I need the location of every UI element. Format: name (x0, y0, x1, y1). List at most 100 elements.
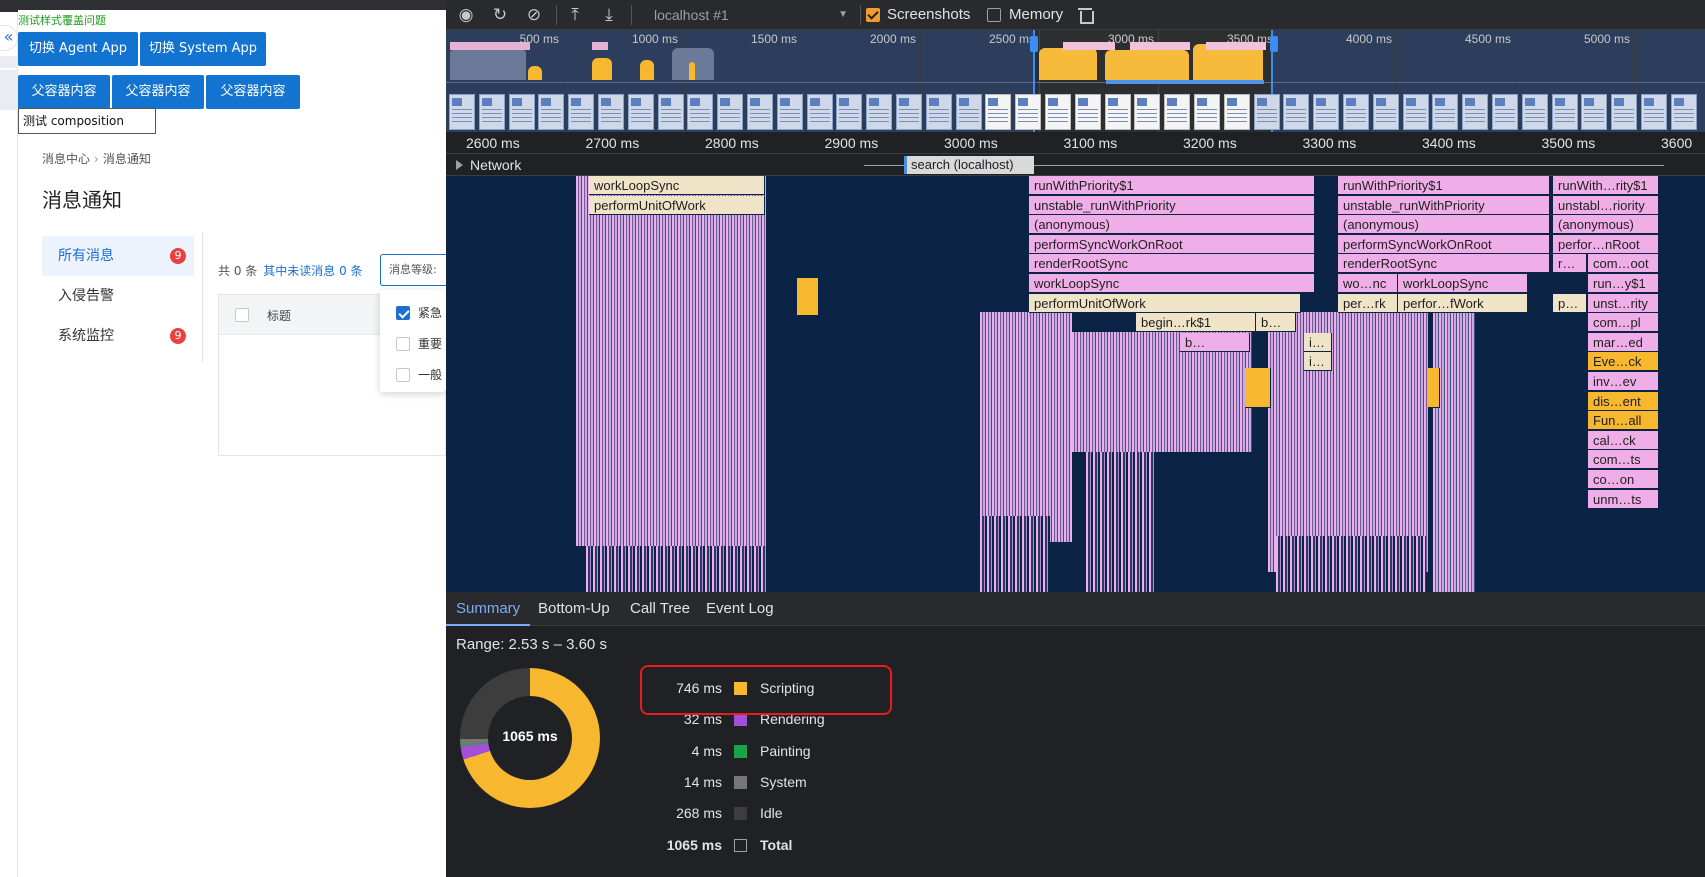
flame-call-frame[interactable]: Eve…ck (1588, 352, 1659, 372)
screenshot-thumbnail[interactable] (1104, 94, 1131, 130)
reload-icon[interactable]: ↻ (489, 4, 511, 26)
screenshot-thumbnail[interactable] (776, 94, 803, 130)
flame-call-frame[interactable]: i… (1304, 352, 1332, 372)
flame-call-frame[interactable]: com…pl (1588, 313, 1659, 333)
timeline-overview[interactable]: 500 ms 1000 ms 1500 ms 2000 ms 2500 ms 3000 m… (446, 30, 1705, 134)
flame-call-frame[interactable]: inv…ev (1588, 372, 1659, 391)
screenshot-thumbnail[interactable] (508, 94, 535, 130)
screenshot-thumbnail[interactable] (955, 94, 982, 130)
screenshot-thumbnail[interactable] (747, 94, 773, 130)
flame-call-frame[interactable]: runWith…rity$1 (1553, 176, 1659, 195)
checkbox[interactable] (396, 367, 410, 382)
flame-call-frame[interactable]: cal…ck (1588, 430, 1659, 450)
flame-call-frame[interactable]: unm…ts (1588, 489, 1659, 509)
tab-event-log[interactable]: Event Log (696, 592, 784, 626)
screenshot-thumbnail[interactable] (627, 94, 654, 130)
parent-content-button-2[interactable]: 父容器内容 (112, 75, 204, 109)
clear-icon[interactable]: ⊘ (523, 4, 545, 26)
flame-call-frame[interactable]: runWithPriority$1 (1338, 176, 1550, 195)
flame-call-frame[interactable]: wo…nc (1338, 274, 1398, 293)
screenshot-thumbnail[interactable] (1492, 94, 1518, 130)
flame-call-frame[interactable]: renderRootSync (1338, 254, 1550, 274)
flame-call-frame[interactable]: b… (1256, 313, 1296, 333)
memory-checkbox[interactable] (987, 8, 1001, 22)
screenshot-thumbnail[interactable] (866, 94, 893, 130)
screenshot-thumbnail[interactable] (449, 94, 475, 130)
flame-call-frame[interactable]: r… (1553, 254, 1587, 274)
flame-call-frame[interactable]: unstable_runWithPriority (1029, 195, 1315, 215)
flame-call-frame[interactable]: perfor…fWork (1398, 293, 1528, 313)
flame-call-frame[interactable]: co…on (1588, 470, 1659, 489)
record-icon[interactable]: ◉ (455, 4, 477, 26)
expand-triangle-icon[interactable] (456, 160, 463, 170)
screenshot-thumbnail[interactable] (1462, 94, 1489, 130)
parent-content-button-3[interactable]: 父容器内容 (206, 75, 300, 109)
menu-item-system-monitor[interactable]: 系统监控 9 (42, 316, 194, 356)
flame-call-frame[interactable]: performUnitOfWork (589, 195, 765, 215)
screenshot-thumbnail[interactable] (1045, 94, 1071, 130)
check-icon[interactable] (396, 305, 410, 320)
flame-call-frame[interactable]: unst…rity (1588, 293, 1659, 313)
tab-call-tree[interactable]: Call Tree (620, 592, 700, 626)
flame-call-frame[interactable]: dis…ent (1588, 391, 1659, 411)
selection-handle-right[interactable] (1270, 36, 1278, 52)
flame-call-frame[interactable]: performSyncWorkOnRoot (1029, 234, 1315, 254)
switch-system-app-button[interactable]: 切换 System App (140, 32, 266, 66)
screenshot-thumbnail[interactable] (1551, 94, 1578, 130)
screenshot-thumbnail[interactable] (806, 94, 833, 130)
screenshot-thumbnail[interactable] (568, 94, 595, 130)
network-request[interactable]: search (localhost) (904, 156, 1034, 174)
screenshot-thumbnail[interactable] (1670, 94, 1697, 130)
flame-call-frame[interactable]: workLoopSync (1398, 274, 1528, 293)
screenshot-thumbnail[interactable] (1402, 94, 1429, 130)
upload-icon[interactable]: ⤒ (564, 4, 586, 26)
level-select[interactable]: 消息等级: (380, 254, 446, 286)
flame-call-frame[interactable]: per…rk (1338, 293, 1398, 313)
screenshot-thumbnail[interactable] (985, 94, 1012, 130)
network-track[interactable]: Network search (localhost) (446, 154, 1705, 176)
screenshot-thumbnail[interactable] (1074, 94, 1101, 130)
screenshot-thumbnail[interactable] (1253, 94, 1280, 130)
screenshot-thumbnail[interactable] (1313, 94, 1340, 130)
screenshot-thumbnail[interactable] (925, 94, 952, 130)
flame-call-frame[interactable]: renderRootSync (1029, 254, 1315, 274)
flame-call-frame[interactable]: workLoopSync (1029, 274, 1315, 293)
trash-icon[interactable] (1078, 6, 1094, 24)
screenshot-thumbnail[interactable] (1611, 94, 1638, 130)
flame-call-frame[interactable]: run…y$1 (1588, 274, 1659, 293)
screenshot-thumbnail[interactable] (478, 94, 505, 130)
parent-content-button-1[interactable]: 父容器内容 (18, 75, 110, 109)
flame-call-frame[interactable]: b… (1180, 332, 1250, 352)
tab-bottom-up[interactable]: Bottom-Up (528, 592, 620, 626)
flame-call-frame[interactable]: performUnitOfWork (1029, 293, 1301, 313)
screenshot-thumbnail[interactable] (1432, 94, 1459, 130)
recording-select[interactable]: localhost #1 ▼ (654, 5, 854, 25)
screenshot-thumbnail[interactable] (1372, 94, 1399, 130)
flame-call-frame[interactable]: p… (1553, 293, 1587, 313)
flame-call-frame[interactable]: performSyncWorkOnRoot (1338, 234, 1550, 254)
flame-call-frame[interactable]: (anonymous) (1553, 215, 1659, 235)
screenshots-checkbox[interactable] (866, 8, 880, 22)
flame-call-frame[interactable]: runWithPriority$1 (1029, 176, 1315, 195)
selection-handle-left[interactable] (1030, 36, 1038, 52)
flame-call-frame[interactable]: workLoopSync (589, 176, 765, 195)
flame-chart[interactable]: workLoopSync performUnitOfWork runWithPrio… (446, 176, 1705, 592)
screenshot-thumbnail[interactable] (1581, 94, 1608, 130)
menu-item-all-messages[interactable]: 所有消息 9 (42, 236, 194, 276)
flame-call-frame[interactable]: com…oot (1588, 254, 1659, 274)
screenshot-thumbnail[interactable] (1194, 94, 1220, 130)
flame-call-frame[interactable]: Fun…all (1588, 411, 1659, 431)
menu-item-intrusion-alerts[interactable]: 入侵告警 (42, 276, 194, 316)
flame-call-frame[interactable]: (anonymous) (1029, 215, 1315, 235)
flame-call-frame[interactable]: unstabl…riority (1553, 195, 1659, 215)
screenshot-thumbnail[interactable] (687, 94, 714, 130)
screenshot-thumbnail[interactable] (717, 94, 744, 130)
tab-summary[interactable]: Summary (446, 592, 531, 626)
screenshot-thumbnail[interactable] (1521, 94, 1548, 130)
level-option-normal[interactable]: 一般 (396, 367, 442, 384)
select-all-checkbox[interactable] (235, 308, 249, 322)
screenshot-thumbnail[interactable] (598, 94, 624, 130)
switch-agent-app-button[interactable]: 切换 Agent App (18, 32, 138, 66)
level-option-important[interactable]: 重要 (396, 336, 442, 353)
screenshots-label[interactable]: Screenshots (887, 5, 970, 25)
